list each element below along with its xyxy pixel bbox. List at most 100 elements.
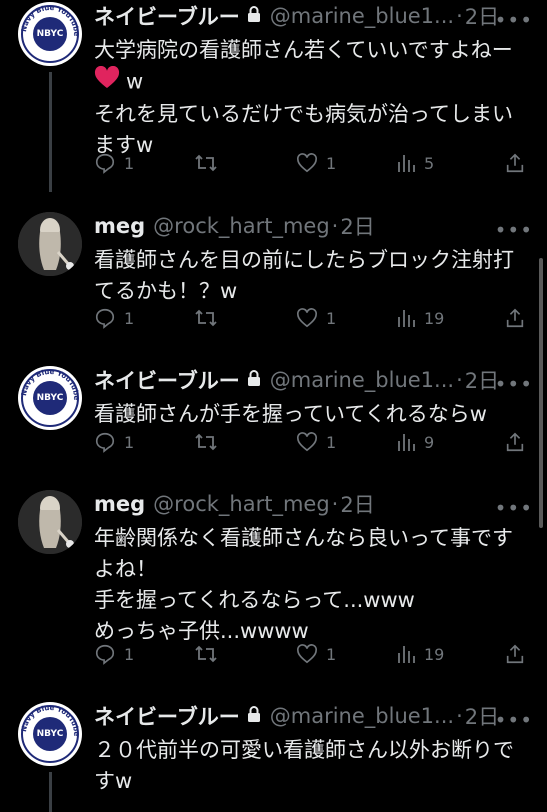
tweet-header: meg @rock_hart_meg · 2日 (94, 212, 533, 240)
view-count: 5 (424, 153, 435, 173)
avatar-column (18, 490, 82, 554)
lock-icon (246, 705, 262, 727)
like-button[interactable]: 1 (296, 308, 336, 328)
avatar[interactable] (18, 212, 82, 276)
retweet-button[interactable] (194, 307, 226, 329)
author-handle[interactable]: @rock_hart_meg (153, 492, 329, 516)
text-line: 大学病院の看護師さん若くていいですよねー (94, 38, 513, 62)
thread-line (49, 72, 52, 192)
reply-icon (95, 153, 115, 174)
tweet-content: meg @rock_hart_meg · 2日 ••• 年齢関係なく看護師さんな… (94, 490, 533, 665)
reply-icon (95, 308, 115, 329)
like-button[interactable]: 1 (296, 153, 336, 173)
more-icon[interactable]: ••• (495, 218, 533, 242)
retweet-icon (195, 645, 217, 663)
reply-button[interactable]: 1 (94, 307, 134, 329)
text-line: 手を握ってくれるならって...www (94, 588, 415, 612)
avatar-column: Navy Blue YouTube Channel NBYC (18, 2, 82, 66)
text-line: てるかも！？w (94, 279, 238, 303)
share-icon (506, 153, 524, 173)
timestamp[interactable]: 2日 (340, 490, 374, 518)
author-name[interactable]: ネイビーブルー (94, 366, 240, 394)
like-button[interactable]: 1 (296, 644, 336, 664)
more-icon[interactable]: ••• (495, 8, 533, 32)
tweet-actions: 1 1 5 (94, 149, 533, 177)
avatar[interactable]: Navy Blue YouTube Channel NBYC (18, 366, 82, 430)
heart-icon (297, 153, 317, 173)
reply-button[interactable]: 1 (94, 152, 134, 174)
reply-count: 1 (124, 432, 135, 452)
share-button[interactable] (504, 307, 526, 329)
analytics-icon (398, 646, 415, 663)
logo-text: NBYC (33, 381, 67, 415)
share-button[interactable] (504, 152, 526, 174)
view-count: 19 (424, 308, 445, 328)
retweet-icon (195, 154, 217, 172)
text-line: 年齢関係なく看護師さんなら良いって事です (94, 526, 513, 550)
tweet-header: ネイビーブルー @marine_blue1... · 2日 (94, 2, 533, 30)
tweet-text: 大学病院の看護師さん若くていいですよねー w それを見ているだけでも病気が治って… (94, 35, 533, 161)
share-button[interactable] (504, 431, 526, 453)
lock-icon (246, 369, 262, 391)
avatar[interactable]: Navy Blue YouTube Channel NBYC (18, 702, 82, 766)
retweet-icon (195, 309, 217, 327)
tweet-text: ２０代前半の可愛い看護師さん以外お断りで すw (94, 735, 533, 797)
text-line: 看護師さんを目の前にしたらブロック注射打 (94, 248, 514, 272)
more-icon[interactable]: ••• (495, 372, 533, 396)
more-icon[interactable]: ••• (495, 708, 533, 732)
author-name[interactable]: ネイビーブルー (94, 702, 240, 730)
separator-dot: · (331, 214, 339, 238)
views-button[interactable]: 19 (396, 308, 444, 328)
retweet-button[interactable] (194, 643, 226, 665)
tweet-header: ネイビーブルー @marine_blue1... · 2日 (94, 702, 533, 730)
profile-photo-icon (18, 490, 82, 554)
avatar-column: Navy Blue YouTube Channel NBYC (18, 366, 82, 430)
avatar[interactable] (18, 490, 82, 554)
analytics-icon (398, 310, 415, 327)
author-handle[interactable]: @marine_blue1... (270, 368, 454, 392)
like-count: 1 (326, 432, 337, 452)
profile-photo-icon (18, 212, 82, 276)
tweet-header: ネイビーブルー @marine_blue1... · 2日 (94, 366, 533, 394)
reply-count: 1 (124, 308, 135, 328)
author-handle[interactable]: @marine_blue1... (270, 4, 454, 28)
analytics-icon (398, 155, 415, 172)
tweet-header: meg @rock_hart_meg · 2日 (94, 490, 533, 518)
reply-count: 1 (124, 153, 135, 173)
tweet-actions: 1 1 9 (94, 428, 533, 456)
avatar[interactable]: Navy Blue YouTube Channel NBYC (18, 2, 82, 66)
timestamp[interactable]: 2日 (340, 212, 374, 240)
share-icon (506, 308, 524, 328)
tweet-actions: 1 1 19 (94, 304, 533, 332)
view-count: 19 (424, 644, 445, 664)
tweet-thread: Navy Blue YouTube Channel NBYC ネイビーブルー @… (0, 0, 547, 812)
author-handle[interactable]: @marine_blue1... (270, 704, 454, 728)
views-button[interactable]: 5 (396, 153, 434, 173)
share-button[interactable] (504, 643, 526, 665)
reply-count: 1 (124, 644, 135, 664)
author-name[interactable]: meg (94, 214, 145, 238)
text-line: すw (94, 769, 133, 793)
author-handle[interactable]: @rock_hart_meg (153, 214, 329, 238)
scrollbar[interactable] (539, 258, 543, 528)
like-button[interactable]: 1 (296, 432, 336, 452)
retweet-button[interactable] (194, 152, 226, 174)
like-count: 1 (326, 308, 337, 328)
views-button[interactable]: 9 (396, 432, 434, 452)
like-count: 1 (326, 644, 337, 664)
lock-icon (246, 5, 262, 27)
retweet-button[interactable] (194, 431, 226, 453)
heart-icon (297, 308, 317, 328)
tweet-text: 看護師さんを目の前にしたらブロック注射打 てるかも！？w (94, 245, 533, 307)
avatar-column (18, 212, 82, 276)
more-icon[interactable]: ••• (495, 496, 533, 520)
heart-emoji (94, 65, 120, 99)
author-name[interactable]: ネイビーブルー (94, 2, 240, 30)
views-button[interactable]: 19 (396, 644, 444, 664)
author-name[interactable]: meg (94, 492, 145, 516)
reply-button[interactable]: 1 (94, 431, 134, 453)
tweet-content: ネイビーブルー @marine_blue1... · 2日 ••• 看護師さんが… (94, 366, 533, 453)
tweet-actions: 1 1 19 (94, 640, 533, 668)
reply-button[interactable]: 1 (94, 643, 134, 665)
text-line: よね！ (94, 557, 157, 581)
